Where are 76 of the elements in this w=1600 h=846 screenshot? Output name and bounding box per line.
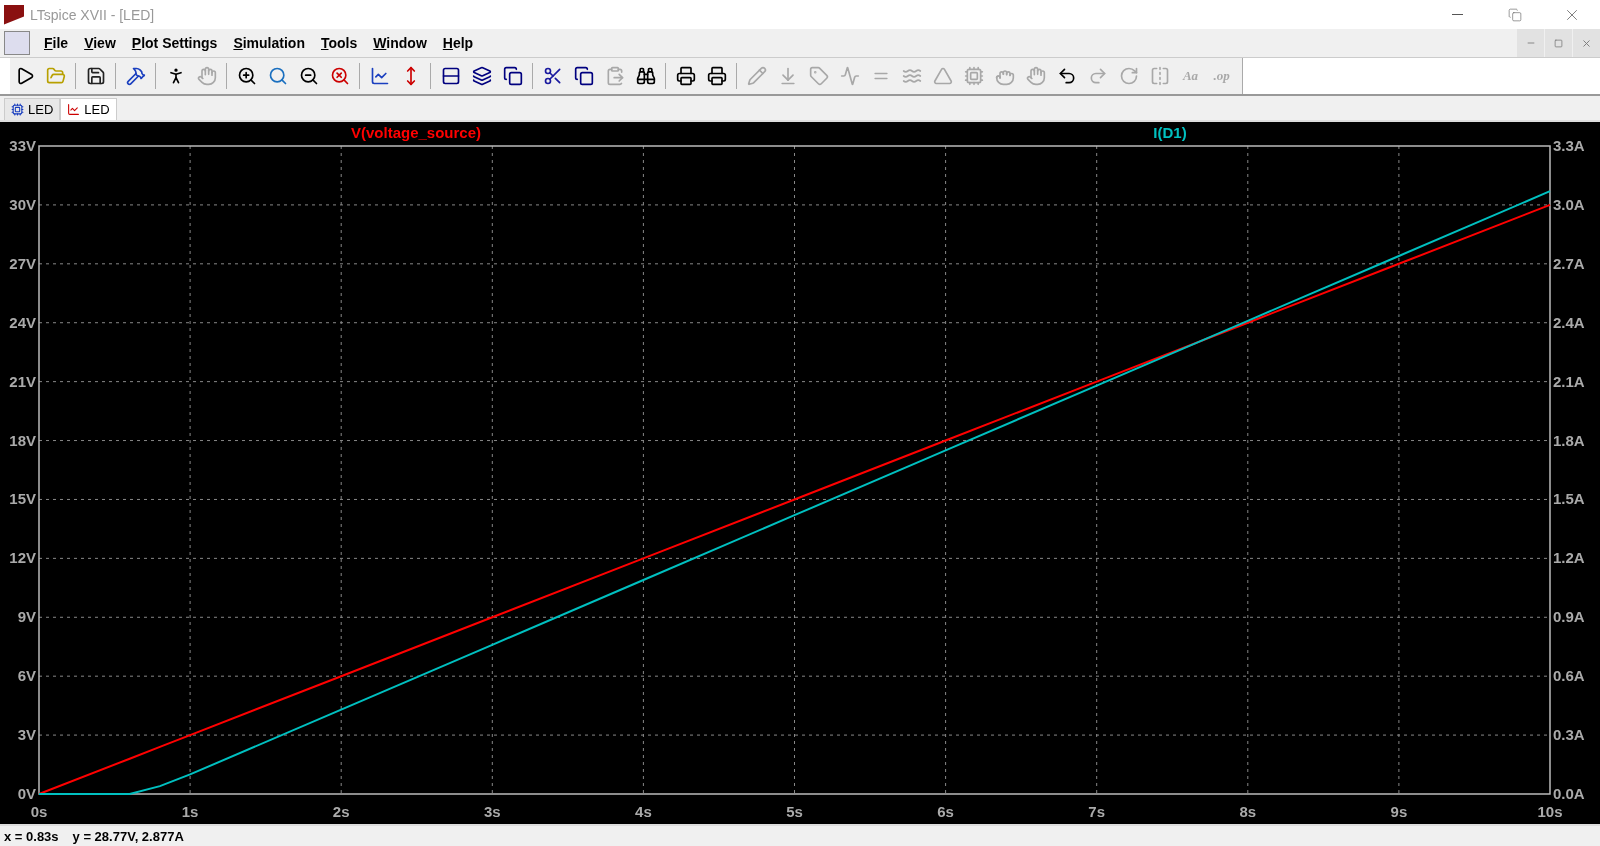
x-axis-label: 10s (1537, 803, 1563, 820)
x-axis-label: 3s (483, 803, 501, 820)
x-axis-label: 8s (1239, 803, 1257, 820)
menu-item[interactable]: Plot Settings (123, 35, 226, 51)
y-axis-label: 27V (9, 254, 36, 272)
menu-item[interactable]: Window (365, 35, 435, 51)
zoom-out-icon (298, 66, 319, 86)
document-tab[interactable]: LED (4, 98, 61, 120)
undo-icon (1056, 66, 1077, 86)
y-axis-label: 0V (17, 785, 36, 802)
status-text: y = 28.77V, 2.877A (72, 828, 184, 844)
y-axis-label: 0.9A (1553, 608, 1585, 626)
menu-item[interactable]: Simulation (225, 35, 313, 51)
zoom-cancel-icon (329, 66, 350, 86)
menu-item[interactable]: File (36, 35, 77, 51)
trace-name[interactable]: I(D1) (1153, 124, 1187, 141)
y-axis-label: 9V (17, 608, 36, 626)
x-axis-label: 1s (181, 803, 199, 820)
print-icon (675, 66, 696, 86)
menu-item[interactable]: Help (434, 35, 482, 51)
y-axis-label: 1.8A (1553, 431, 1585, 449)
y-axis-label: 1.5A (1553, 490, 1585, 508)
menu-item[interactable]: View (76, 35, 124, 51)
trace-name[interactable]: V(voltage_source) (351, 124, 481, 141)
y-axis-label: 2.7A (1553, 254, 1585, 272)
y-axis-label: 0.6A (1553, 667, 1585, 685)
x-axis-label: 5s (786, 803, 803, 820)
x-axis-label: 4s (635, 803, 652, 820)
y-axis-label: 33V (9, 137, 36, 154)
zoom-icon (267, 66, 288, 86)
restore-icon (1507, 7, 1522, 22)
y-axis-label: 12V (9, 549, 36, 567)
save-icon (85, 66, 106, 86)
hammer-icon (125, 66, 146, 86)
print-setup-icon (706, 66, 727, 86)
y-axis-label: 0.0A (1553, 785, 1585, 802)
y-axis-label: 0.3A (1553, 726, 1585, 744)
y-axis-label: 2.4A (1553, 313, 1585, 331)
x-axis-label: 6s (937, 803, 954, 820)
y-axis-label: 2.1A (1553, 372, 1585, 390)
cut-icon (542, 66, 563, 86)
x-axis-label: 2s (332, 803, 350, 820)
find-icon (635, 66, 656, 86)
status-text: x = 0.83s (4, 828, 59, 844)
y-axis-label: 30V (9, 195, 36, 213)
y-axis-label: 1.2A (1553, 549, 1585, 567)
mirror-icon (1149, 66, 1170, 86)
menu-item[interactable]: Tools (312, 35, 366, 51)
zoom-in-icon (236, 66, 257, 86)
label-icon (808, 66, 829, 86)
restore-button[interactable] (1545, 29, 1572, 57)
copy-icon (573, 66, 594, 86)
y-axis-label: 3V (17, 726, 36, 744)
pencil-icon (746, 66, 767, 86)
cascade-icon (471, 66, 492, 86)
hand-icon (196, 66, 217, 86)
tile-horizontal-icon (440, 66, 461, 86)
x-axis-label: 0s (30, 803, 48, 820)
y-axis-label: 15V (9, 490, 36, 508)
move-hand-icon (1025, 66, 1046, 86)
restore-icon (1554, 38, 1563, 48)
close-icon (1581, 37, 1592, 49)
y-axis-label: 3.3A (1553, 137, 1585, 154)
y-axis-label: 6V (17, 667, 36, 685)
y-axis-label: 3.0A (1553, 195, 1585, 213)
y-axis-label: 18V (9, 431, 36, 449)
x-axis-label: 7s (1088, 803, 1106, 820)
window-title: LTspice XVII - [LED] (30, 6, 156, 23)
app-logo (4, 4, 24, 25)
document-tab[interactable]: LED (60, 98, 117, 120)
x-axis-label: 9s (1390, 803, 1408, 820)
minimize-icon (1452, 14, 1463, 15)
y-axis-label: 24V (9, 313, 36, 331)
rotate-icon (1118, 66, 1139, 86)
open-folder-icon (45, 66, 66, 86)
y-axis-label: 21V (9, 372, 36, 390)
